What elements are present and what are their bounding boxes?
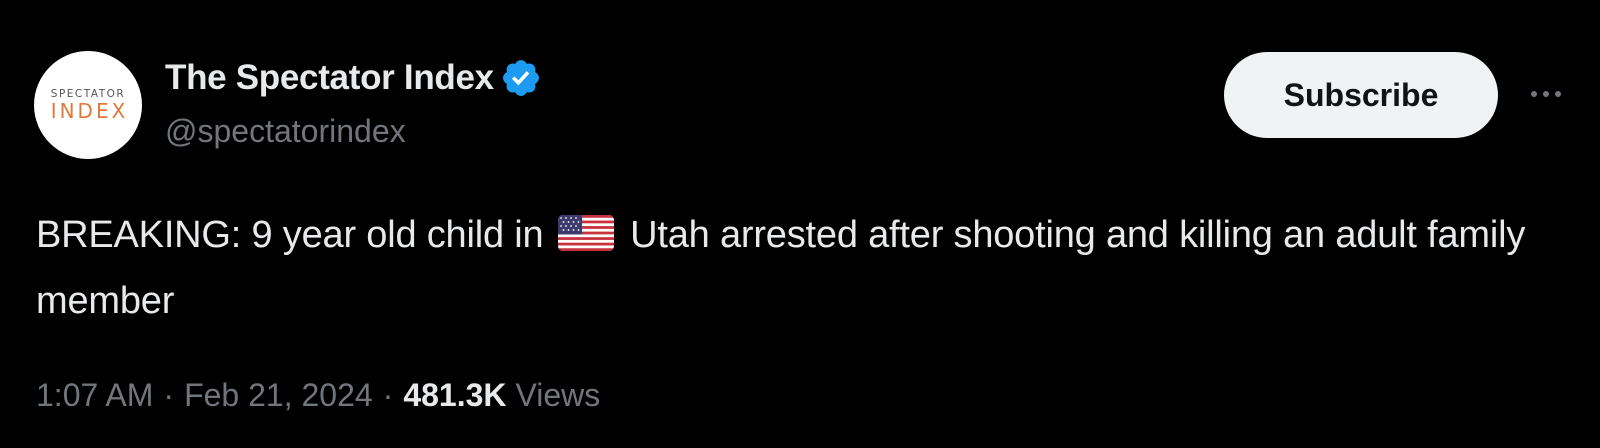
meta-separator: · (163, 377, 175, 413)
author-handle[interactable]: @spectatorindex (165, 113, 406, 150)
avatar[interactable]: SPECTATOR INDEX (34, 51, 142, 159)
avatar-logo-bottom-text: INDEX (50, 99, 129, 123)
tweet-date[interactable]: Feb 21, 2024 (184, 377, 373, 414)
subscribe-button[interactable]: Subscribe (1224, 52, 1498, 138)
more-options-icon[interactable] (1526, 80, 1566, 108)
views-count[interactable]: 481.3K (403, 377, 506, 414)
views-label: Views (515, 377, 601, 413)
meta-separator: · (382, 377, 394, 413)
tweet-text: BREAKING: 9 year old child in Utah arres… (36, 202, 1576, 334)
us-flag-icon (557, 206, 614, 251)
tweet-text-part-1: BREAKING: 9 year old child in (36, 214, 554, 256)
author-display-name[interactable]: The Spectator Index (165, 58, 494, 98)
author-name-row: The Spectator Index (165, 56, 542, 100)
tweet-meta: 1:07 AM · Feb 21, 2024 · 481.3K Views (36, 377, 600, 414)
verified-badge-icon[interactable] (500, 57, 542, 99)
tweet-card: SPECTATOR INDEX The Spectator Index @spe… (0, 0, 1600, 448)
tweet-time[interactable]: 1:07 AM (36, 377, 153, 414)
